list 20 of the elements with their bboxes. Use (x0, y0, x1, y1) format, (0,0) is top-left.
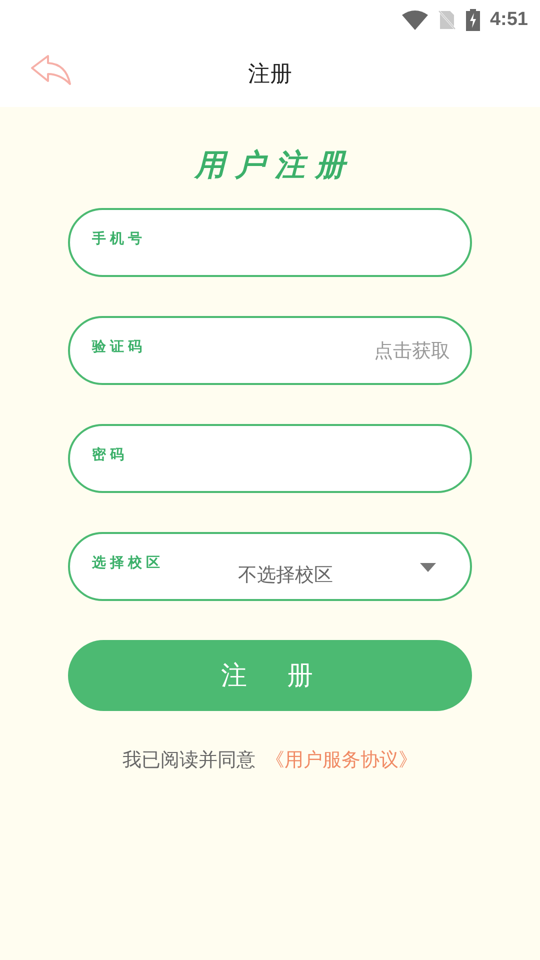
field-label: 手机号 (92, 230, 146, 248)
wifi-icon (402, 10, 428, 30)
status-time: 4:51 (490, 9, 528, 31)
agreement-text: 我已阅读并同意 (122, 748, 256, 773)
get-code-link[interactable]: 点击获取 (374, 338, 450, 364)
dropdown-caret-icon[interactable] (420, 563, 436, 572)
register-button[interactable]: 注册 (68, 640, 472, 711)
campus-value: 不选择校区 (238, 563, 333, 588)
form-heading: 用户注册 (195, 147, 355, 185)
input-field[interactable]: 密码 (68, 424, 472, 493)
no-sim-icon (438, 10, 456, 30)
field-label: 选择校区 (92, 554, 164, 572)
field-label: 密码 (92, 446, 128, 464)
input-field[interactable]: 验证码 点击获取 (68, 316, 472, 385)
battery-charging-icon (466, 9, 480, 31)
input-field[interactable]: 选择校区 不选择校区 (68, 532, 472, 601)
input-field[interactable]: 手机号 (68, 208, 472, 277)
field-label: 验证码 (92, 338, 146, 356)
page-title: 注册 (248, 60, 292, 88)
agreement-link[interactable]: 《用户服务协议》 (266, 747, 418, 773)
